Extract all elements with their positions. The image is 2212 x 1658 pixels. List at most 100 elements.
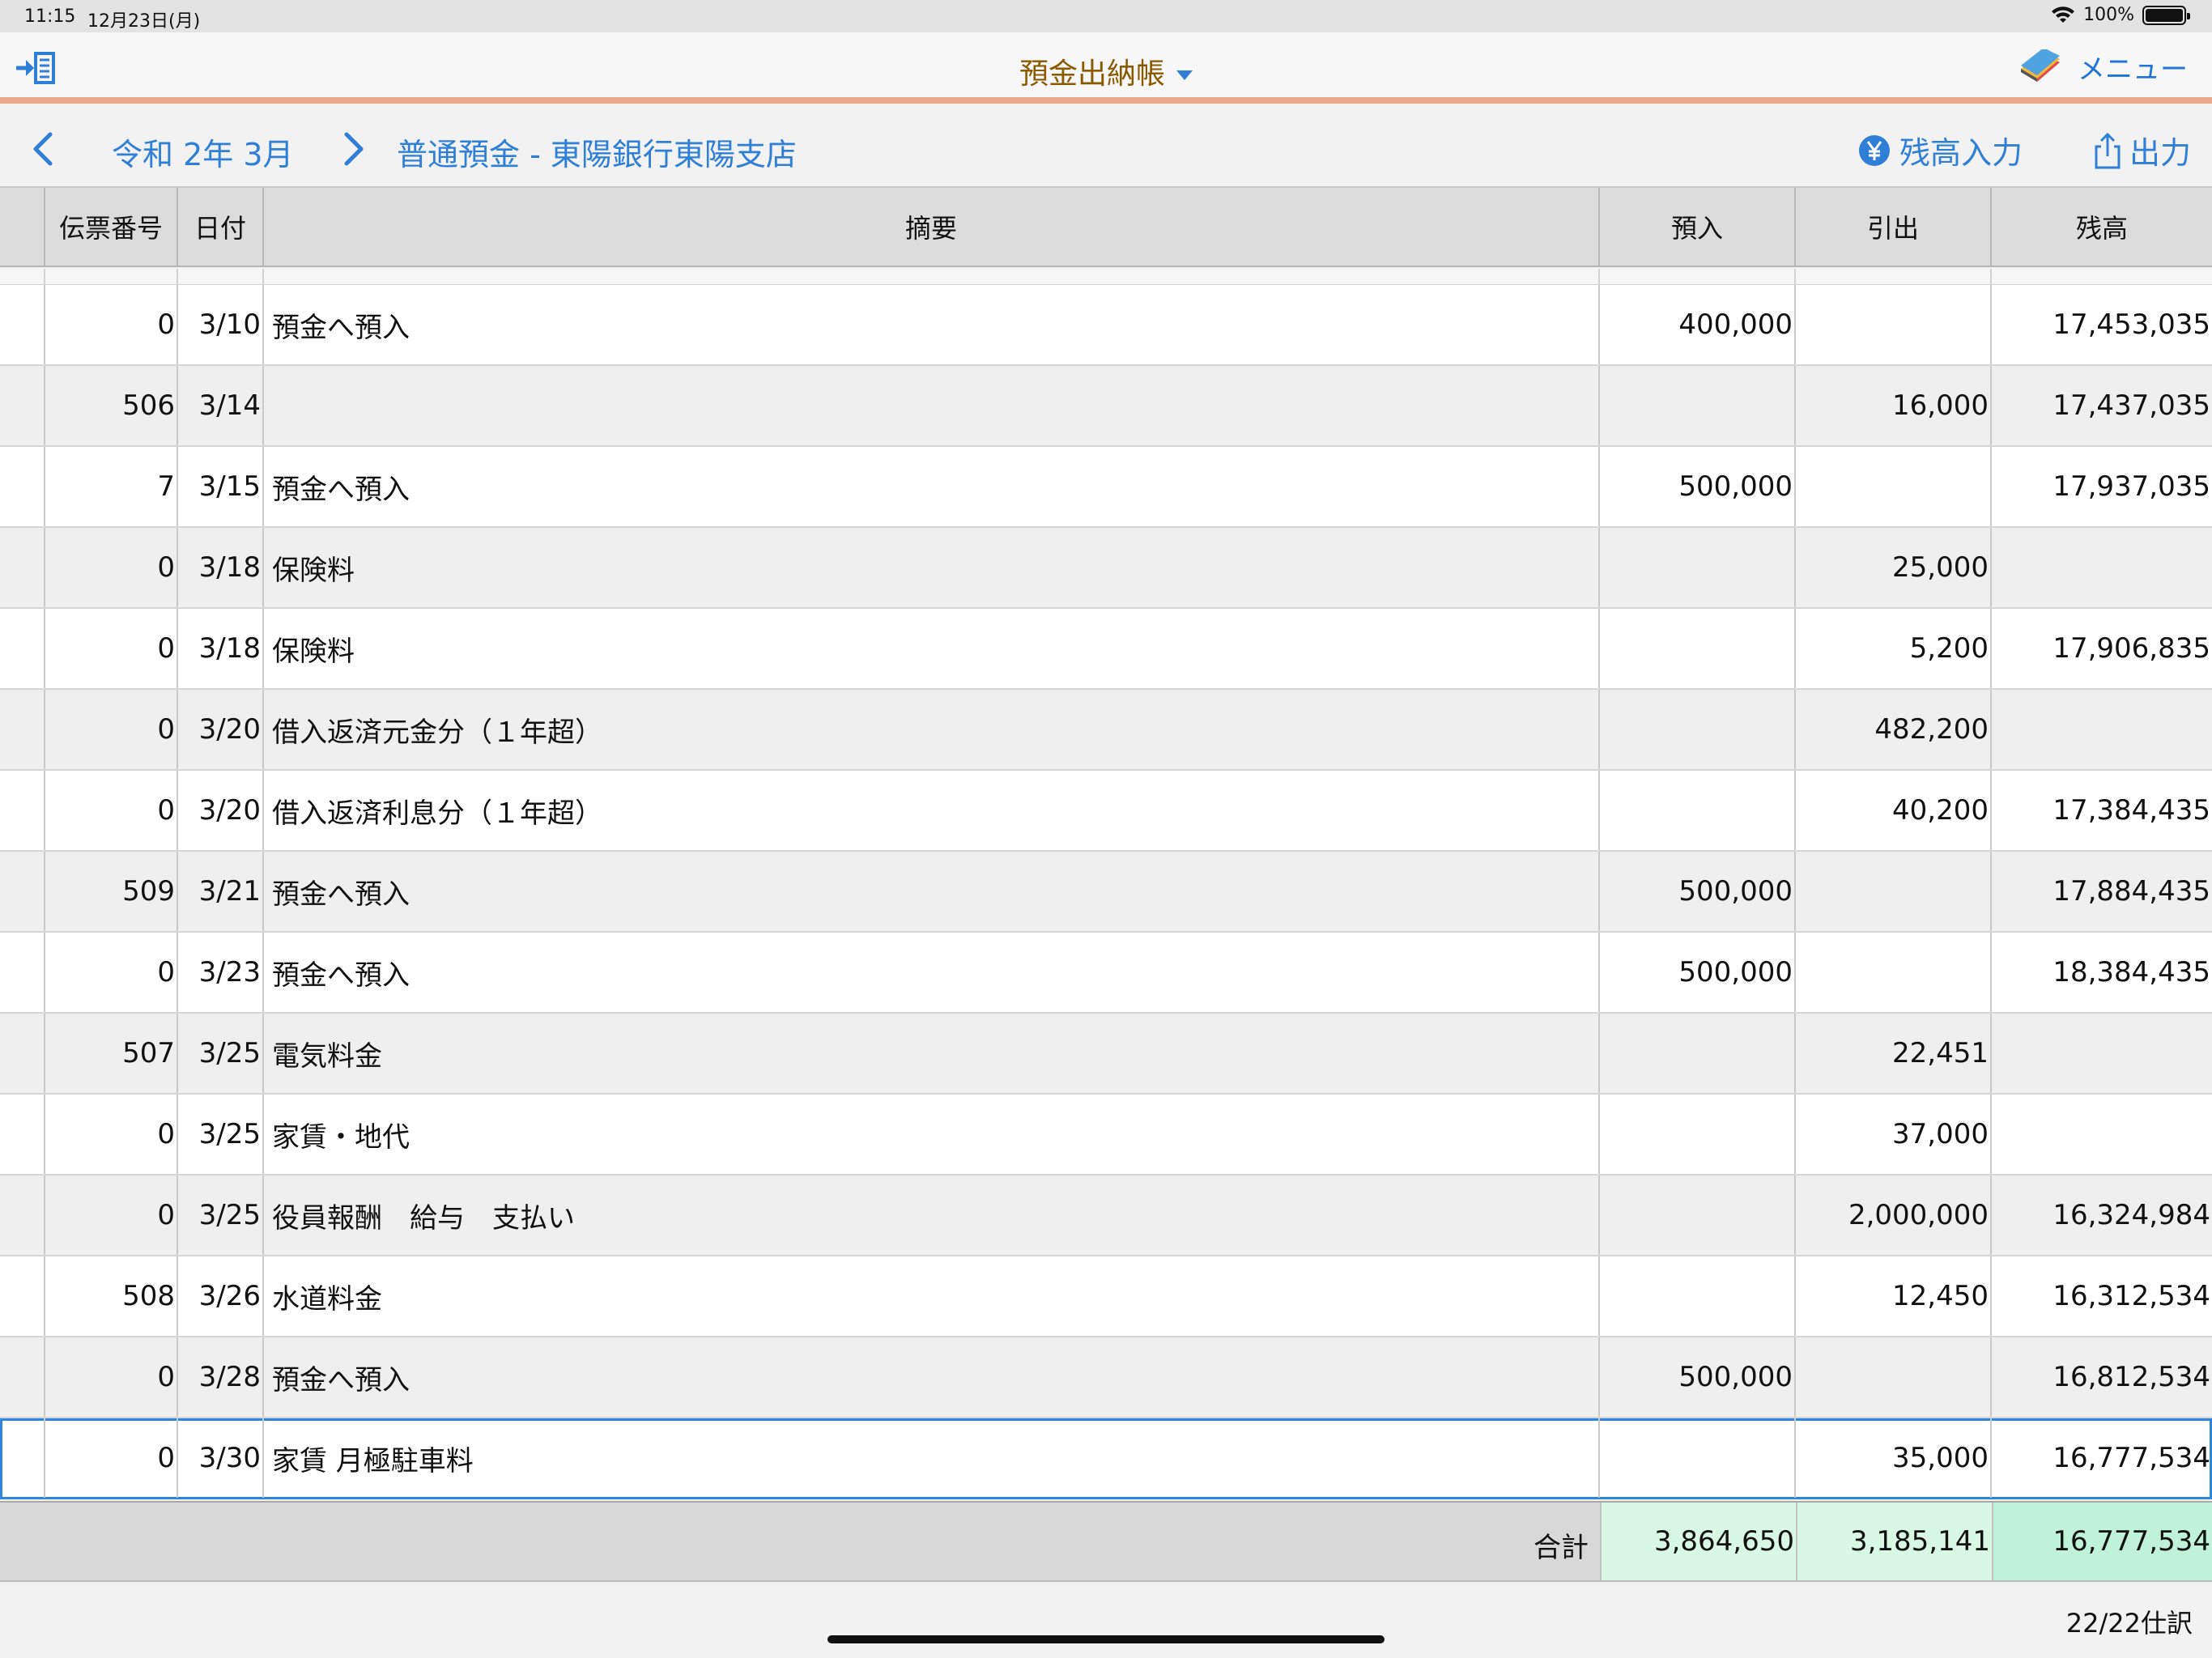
row-withdrawal: 16,000 bbox=[1796, 366, 1992, 445]
header-voucher-no[interactable]: 伝票番号 bbox=[45, 188, 178, 266]
row-marker bbox=[0, 1337, 45, 1417]
table-row[interactable]: 508 3/26 水道料金 12,450 16,312,534 bbox=[0, 1256, 2212, 1337]
row-date: 3/20 bbox=[178, 690, 264, 769]
total-deposit: 3,864,650 bbox=[1600, 1503, 1796, 1580]
table-row[interactable]: 0 3/30 家賃 月極駐車料 35,000 16,777,534 bbox=[0, 1418, 2212, 1499]
chevron-left-icon[interactable] bbox=[29, 131, 58, 167]
home-indicator[interactable] bbox=[827, 1635, 1385, 1643]
row-withdrawal bbox=[1796, 852, 1992, 931]
table-row[interactable]: 0 3/10 預金へ預入 400,000 17,453,035 bbox=[0, 285, 2212, 366]
table-row[interactable]: 0 3/20 借入返済元金分（１年超） 482,200 bbox=[0, 690, 2212, 771]
row-description: 保険料 bbox=[264, 609, 1600, 688]
row-date: 3/15 bbox=[178, 447, 264, 526]
export-button[interactable]: 出力 bbox=[2094, 128, 2191, 172]
row-marker bbox=[0, 690, 45, 769]
row-marker bbox=[0, 1418, 45, 1498]
row-marker bbox=[0, 447, 45, 526]
ledger-title-dropdown[interactable]: 預金出納帳 bbox=[0, 50, 2212, 92]
status-right: 100% bbox=[2051, 5, 2190, 25]
row-deposit bbox=[1600, 366, 1796, 445]
row-deposit bbox=[1600, 771, 1796, 850]
row-date: 3/25 bbox=[178, 1095, 264, 1174]
battery-percent: 100% bbox=[2083, 5, 2134, 25]
total-withdrawal: 3,185,141 bbox=[1796, 1503, 1992, 1580]
row-balance: 16,812,534 bbox=[2052, 1361, 2210, 1393]
row-balance: 17,384,435 bbox=[2052, 794, 2210, 827]
table-row[interactable]: 0 3/18 保険料 5,200 17,906,835 bbox=[0, 609, 2212, 690]
table-row[interactable]: 507 3/25 電気料金 22,451 bbox=[0, 1014, 2212, 1095]
row-withdrawal bbox=[1796, 285, 1992, 364]
row-description: 預金へ預入 bbox=[264, 933, 1600, 1012]
table-row[interactable]: 0 3/20 借入返済利息分（１年超） 40,200 17,384,435 bbox=[0, 771, 2212, 852]
table-row[interactable]: 7 3/15 預金へ預入 500,000 17,937,035 bbox=[0, 447, 2212, 528]
table-row[interactable]: 506 3/14 16,000 17,437,035 bbox=[0, 366, 2212, 447]
total-balance: 16,777,534 bbox=[1992, 1503, 2212, 1580]
row-date: 3/28 bbox=[178, 1337, 264, 1417]
table-row[interactable]: 0 3/28 預金へ預入 500,000 16,812,534 bbox=[0, 1337, 2212, 1418]
row-marker bbox=[0, 1175, 45, 1255]
row-balance: 16,312,534 bbox=[2052, 1280, 2210, 1312]
export-label: 出力 bbox=[2129, 135, 2192, 171]
row-date: 3/14 bbox=[178, 366, 264, 445]
table-row[interactable]: 0 3/23 預金へ預入 500,000 18,384,435 bbox=[0, 933, 2212, 1014]
row-description bbox=[264, 366, 1600, 445]
row-voucher-no: 509 bbox=[45, 852, 178, 931]
balance-input-button[interactable]: 残高入力 bbox=[1857, 128, 2023, 172]
table-row[interactable]: 0 3/25 役員報酬 給与 支払い 2,000,000 16,324,984 bbox=[0, 1175, 2212, 1256]
chevron-right-icon[interactable] bbox=[338, 131, 368, 167]
header-date[interactable]: 日付 bbox=[178, 188, 264, 266]
row-marker bbox=[0, 771, 45, 850]
row-date: 3/18 bbox=[178, 528, 264, 607]
row-voucher-no: 0 bbox=[45, 528, 178, 607]
row-deposit bbox=[1600, 1256, 1796, 1336]
wifi-icon bbox=[2052, 6, 2075, 23]
table-row[interactable]: 0 3/25 家賃・地代 37,000 bbox=[0, 1095, 2212, 1175]
row-date: 3/21 bbox=[178, 852, 264, 931]
status-time: 11:15 bbox=[24, 6, 76, 27]
row-date: 3/20 bbox=[178, 771, 264, 850]
account-selector[interactable]: 普通預金 - 東陽銀行東陽支店 bbox=[397, 130, 797, 174]
row-date: 3/23 bbox=[178, 933, 264, 1012]
row-deposit bbox=[1600, 1014, 1796, 1093]
row-voucher-no: 506 bbox=[45, 366, 178, 445]
battery-icon bbox=[2142, 5, 2190, 25]
row-description: 預金へ預入 bbox=[264, 447, 1600, 526]
row-deposit bbox=[1600, 1418, 1796, 1498]
row-voucher-no: 508 bbox=[45, 1256, 178, 1336]
row-withdrawal: 5,200 bbox=[1796, 609, 1992, 688]
period-label[interactable]: 令和 2年 3月 bbox=[112, 130, 294, 174]
row-voucher-no: 0 bbox=[45, 771, 178, 850]
row-deposit bbox=[1600, 1175, 1796, 1255]
row-balance: 16,777,534 bbox=[2052, 1442, 2210, 1474]
table-row[interactable]: 0 3/18 保険料 25,000 bbox=[0, 528, 2212, 609]
row-description: 家賃 月極駐車料 bbox=[264, 1418, 1600, 1498]
menu-button[interactable]: メニュー bbox=[2016, 47, 2188, 87]
row-voucher-no: 507 bbox=[45, 1014, 178, 1093]
row-marker bbox=[0, 1095, 45, 1174]
row-deposit: 500,000 bbox=[1600, 933, 1796, 1012]
row-balance: 17,906,835 bbox=[2052, 632, 2210, 665]
row-description: 保険料 bbox=[264, 528, 1600, 607]
row-withdrawal: 25,000 bbox=[1796, 528, 1992, 607]
row-voucher-no: 0 bbox=[45, 1337, 178, 1417]
gap-cell bbox=[178, 269, 264, 284]
row-withdrawal: 22,451 bbox=[1796, 1014, 1992, 1093]
header-balance[interactable]: 残高 bbox=[1992, 188, 2212, 266]
header-deposit[interactable]: 預入 bbox=[1600, 188, 1796, 266]
row-balance: 17,884,435 bbox=[2052, 875, 2210, 908]
row-balance: 17,453,035 bbox=[2052, 308, 2210, 341]
entry-count: 22/22仕訳 bbox=[2065, 1608, 2193, 1639]
row-voucher-no: 0 bbox=[45, 1095, 178, 1174]
row-date: 3/25 bbox=[178, 1175, 264, 1255]
row-voucher-no: 0 bbox=[45, 285, 178, 364]
nav-bar: 預金出納帳 メニュー bbox=[0, 32, 2212, 104]
header-withdrawal[interactable]: 引出 bbox=[1796, 188, 1992, 266]
header-description[interactable]: 摘要 bbox=[264, 188, 1600, 266]
table-row[interactable]: 509 3/21 預金へ預入 500,000 17,884,435 bbox=[0, 852, 2212, 933]
totals-row: 合計 3,864,650 3,185,141 16,777,534 bbox=[0, 1501, 2212, 1582]
status-date: 12月23日(月) bbox=[87, 11, 201, 32]
row-withdrawal: 2,000,000 bbox=[1796, 1175, 1992, 1255]
books-icon bbox=[2021, 49, 2060, 82]
row-marker bbox=[0, 933, 45, 1012]
row-marker bbox=[0, 528, 45, 607]
